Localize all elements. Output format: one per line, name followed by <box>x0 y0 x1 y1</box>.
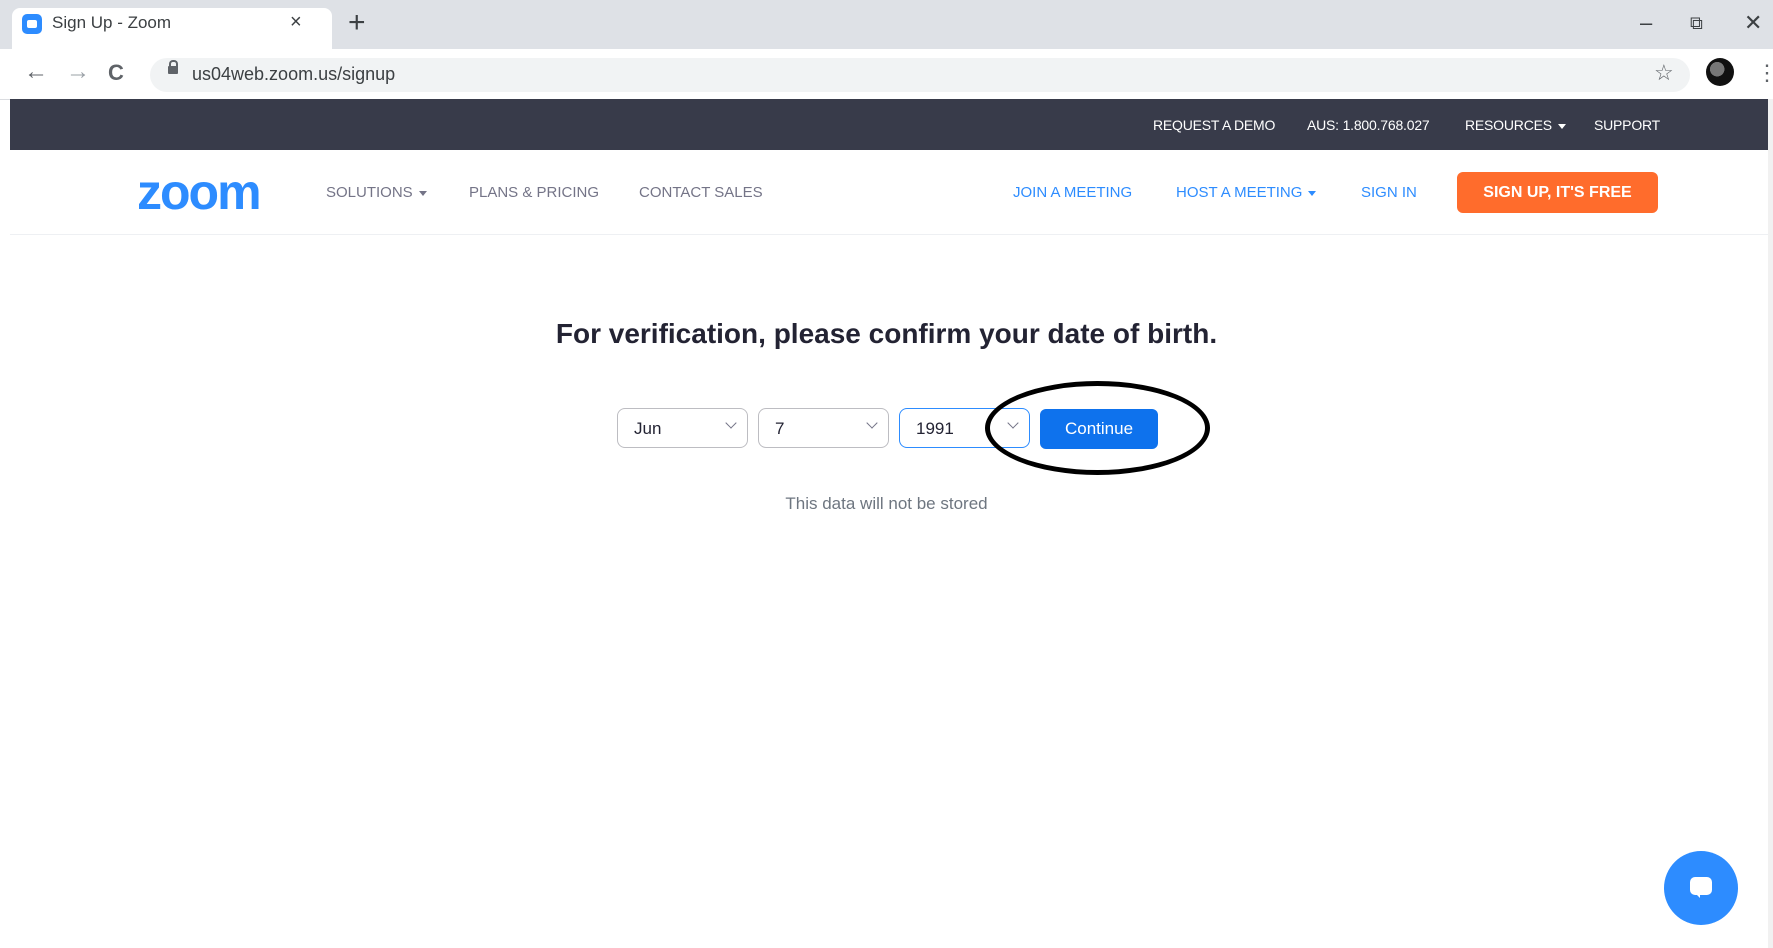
plans-pricing-link[interactable]: PLANS & PRICING <box>469 184 599 201</box>
join-meeting-link[interactable]: JOIN A MEETING <box>1013 184 1132 201</box>
solutions-label: SOLUTIONS <box>326 184 413 201</box>
forward-icon[interactable]: → <box>66 58 90 86</box>
restore-icon[interactable]: ⧉ <box>1690 13 1703 34</box>
scrollbar-track[interactable] <box>1768 99 1773 948</box>
month-value: Jun <box>634 419 662 438</box>
zoom-logo[interactable]: zoom <box>137 163 262 221</box>
profile-avatar-icon[interactable] <box>1706 58 1734 86</box>
chevron-down-icon <box>1557 123 1566 129</box>
support-link[interactable]: SUPPORT <box>1594 117 1660 133</box>
zoom-favicon-icon <box>22 14 42 34</box>
month-select[interactable]: Jun <box>617 408 748 448</box>
sign-in-link[interactable]: SIGN IN <box>1361 184 1417 201</box>
sign-up-button[interactable]: SIGN UP, IT'S FREE <box>1457 172 1658 213</box>
lock-icon[interactable] <box>168 60 178 74</box>
request-demo-link[interactable]: REQUEST A DEMO <box>1153 117 1275 133</box>
page-title: For verification, please confirm your da… <box>555 318 1218 349</box>
chevron-down-icon <box>866 417 878 429</box>
chat-bubble-icon <box>1690 877 1712 898</box>
tab-close-icon[interactable]: × <box>290 11 302 34</box>
phone-number-link[interactable]: AUS: 1.800.768.027 <box>1307 117 1430 133</box>
year-value: 1991 <box>916 419 954 438</box>
url-text[interactable]: us04web.zoom.us/signup <box>192 64 395 85</box>
window-close-icon[interactable]: ✕ <box>1744 10 1762 36</box>
solutions-menu[interactable]: SOLUTIONS <box>326 184 427 201</box>
day-select[interactable]: 7 <box>758 408 889 448</box>
browser-menu-icon[interactable]: ⋮ <box>1756 60 1773 86</box>
host-meeting-label: HOST A MEETING <box>1176 184 1303 201</box>
back-icon[interactable]: ← <box>24 58 48 86</box>
tab-title: Sign Up - Zoom <box>52 13 172 32</box>
highlight-circle-annotation <box>985 381 1210 475</box>
host-meeting-menu[interactable]: HOST A MEETING <box>1176 184 1317 201</box>
privacy-note: This data will not be stored <box>785 494 988 513</box>
resources-label: RESOURCES <box>1465 117 1552 133</box>
resources-menu[interactable]: RESOURCES <box>1465 117 1566 133</box>
new-tab-icon[interactable]: + <box>348 6 366 40</box>
chevron-down-icon <box>1308 190 1317 196</box>
chevron-down-icon <box>725 417 737 429</box>
reload-icon[interactable]: C <box>108 60 124 86</box>
contact-sales-link[interactable]: CONTACT SALES <box>639 184 763 201</box>
day-value: 7 <box>775 419 785 438</box>
minimize-icon[interactable]: – <box>1640 10 1652 36</box>
chevron-down-icon <box>418 190 427 196</box>
bookmark-star-icon[interactable]: ☆ <box>1654 60 1674 86</box>
